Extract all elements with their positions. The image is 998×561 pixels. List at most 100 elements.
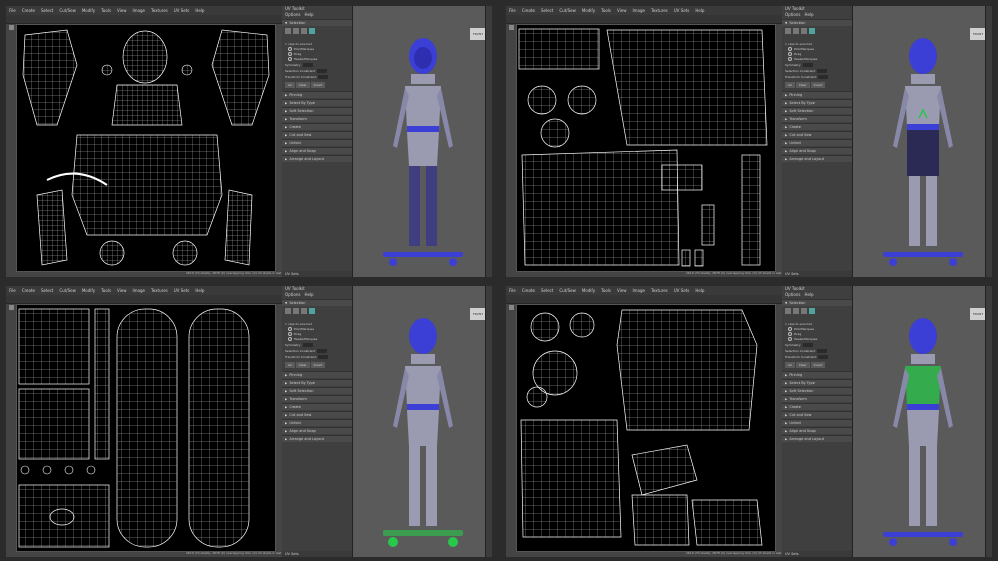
face-mode-icon[interactable] [301, 28, 307, 34]
uv-canvas[interactable] [16, 304, 276, 552]
menu-uv-sets[interactable]: UV Sets [674, 8, 690, 13]
section-unfold[interactable]: Unfold [282, 419, 352, 426]
clear-button[interactable]: Clear [295, 82, 310, 88]
section-align-and-snap[interactable]: Align and Snap [282, 147, 352, 154]
section-select-by-type[interactable]: Select By Type [282, 379, 352, 386]
vertex-mode-icon[interactable] [285, 28, 291, 34]
edge-mode-icon[interactable] [293, 28, 299, 34]
menu-cut-sew[interactable]: Cut/Sew [559, 8, 576, 13]
shell-mode-icon[interactable] [309, 28, 315, 34]
shell-mode-icon[interactable] [809, 28, 815, 34]
section-transform[interactable]: Transform [782, 395, 852, 402]
section-select-by-type[interactable]: Select By Type [282, 99, 352, 106]
invert-button[interactable]: Invert [810, 362, 826, 368]
shell-mode-icon[interactable] [309, 308, 315, 314]
tool-icon[interactable] [9, 25, 14, 30]
view-cube[interactable]: FRONT [970, 28, 986, 40]
3d-viewport[interactable]: FRONT [853, 6, 992, 277]
view-cube[interactable]: FRONT [970, 308, 986, 320]
section-arrange-and-layout[interactable]: Arrange and Layout [282, 435, 352, 442]
menu-create[interactable]: Create [22, 288, 35, 293]
menu-modify[interactable]: Modify [582, 288, 595, 293]
section-transform[interactable]: Transform [282, 395, 352, 402]
menu-modify[interactable]: Modify [82, 288, 95, 293]
uv-sets-footer[interactable]: UV Sets [782, 271, 852, 277]
edge-mode-icon[interactable] [793, 308, 799, 314]
menu-textures[interactable]: Textures [151, 288, 168, 293]
uv-sets-footer[interactable]: UV Sets [282, 271, 352, 277]
symmetry-dropdown[interactable] [802, 63, 813, 67]
section-soft-selection[interactable]: Soft Selection [782, 107, 852, 114]
section-transform[interactable]: Transform [782, 115, 852, 122]
menu-uv-sets[interactable]: UV Sets [174, 8, 190, 13]
section-pinning[interactable]: Pinning [282, 371, 352, 378]
clear-button[interactable]: Clear [295, 362, 310, 368]
vertex-mode-icon[interactable] [785, 308, 791, 314]
select-all-button[interactable]: All [785, 362, 795, 368]
section-soft-selection[interactable]: Soft Selection [282, 387, 352, 394]
menu-cut-sew[interactable]: Cut/Sew [559, 288, 576, 293]
menu-image[interactable]: Image [632, 288, 645, 293]
invert-button[interactable]: Invert [310, 82, 326, 88]
menu-select[interactable]: Select [41, 8, 53, 13]
section-selection[interactable]: Selection [282, 299, 352, 306]
section-select-by-type[interactable]: Select By Type [782, 379, 852, 386]
tool-icon[interactable] [509, 25, 514, 30]
uv-canvas[interactable] [516, 304, 776, 552]
selection-constraint-dropdown[interactable] [817, 69, 828, 73]
section-pinning[interactable]: Pinning [782, 91, 852, 98]
menu-view[interactable]: View [617, 8, 627, 13]
menu-image[interactable]: Image [132, 288, 145, 293]
symmetry-dropdown[interactable] [302, 63, 313, 67]
section-cut-and-sew[interactable]: Cut and Sew [782, 411, 852, 418]
view-cube[interactable]: FRONT [470, 308, 486, 320]
section-align-and-snap[interactable]: Align and Snap [282, 427, 352, 434]
tool-icon[interactable] [509, 305, 514, 310]
shell-mode-icon[interactable] [809, 308, 815, 314]
menu-tools[interactable]: Tools [101, 288, 111, 293]
uv-sets-footer[interactable]: UV Sets [282, 551, 352, 557]
transform-constraint-dropdown[interactable] [818, 75, 829, 79]
menu-help[interactable]: Help [195, 8, 204, 13]
menu-select[interactable]: Select [541, 288, 553, 293]
menu-help[interactable]: Help [695, 288, 704, 293]
select-all-button[interactable]: All [785, 82, 795, 88]
tool-icon[interactable] [9, 305, 14, 310]
menu-create[interactable]: Create [522, 8, 535, 13]
menu-options[interactable]: Options [785, 12, 800, 17]
menu-textures[interactable]: Textures [151, 8, 168, 13]
section-create[interactable]: Create [782, 123, 852, 130]
invert-button[interactable]: Invert [810, 82, 826, 88]
view-cube[interactable]: FRONT [470, 28, 486, 40]
menu-options[interactable]: Options [785, 292, 800, 297]
menu-help[interactable]: Help [804, 12, 813, 17]
uv-canvas[interactable] [516, 24, 776, 272]
menu-create[interactable]: Create [22, 8, 35, 13]
section-unfold[interactable]: Unfold [782, 419, 852, 426]
section-cut-and-sew[interactable]: Cut and Sew [782, 131, 852, 138]
3d-viewport[interactable]: FRONT [353, 6, 492, 277]
menu-textures[interactable]: Textures [651, 8, 668, 13]
section-pinning[interactable]: Pinning [782, 371, 852, 378]
transform-constraint-dropdown[interactable] [318, 355, 329, 359]
uv-canvas[interactable] [16, 24, 276, 272]
menu-file[interactable]: File [509, 288, 516, 293]
clear-button[interactable]: Clear [795, 362, 810, 368]
section-align-and-snap[interactable]: Align and Snap [782, 427, 852, 434]
section-transform[interactable]: Transform [282, 115, 352, 122]
menu-uv-sets[interactable]: UV Sets [674, 288, 690, 293]
symmetry-dropdown[interactable] [802, 343, 813, 347]
menu-modify[interactable]: Modify [582, 8, 595, 13]
menu-file[interactable]: File [9, 8, 16, 13]
menu-file[interactable]: File [9, 288, 16, 293]
clear-button[interactable]: Clear [795, 82, 810, 88]
menu-help[interactable]: Help [304, 12, 313, 17]
selection-constraint-dropdown[interactable] [317, 349, 328, 353]
menu-select[interactable]: Select [541, 8, 553, 13]
select-all-button[interactable]: All [285, 362, 295, 368]
menu-select[interactable]: Select [41, 288, 53, 293]
section-select-by-type[interactable]: Select By Type [782, 99, 852, 106]
3d-viewport[interactable]: FRONT [353, 286, 492, 557]
menu-help[interactable]: Help [195, 288, 204, 293]
section-pinning[interactable]: Pinning [282, 91, 352, 98]
